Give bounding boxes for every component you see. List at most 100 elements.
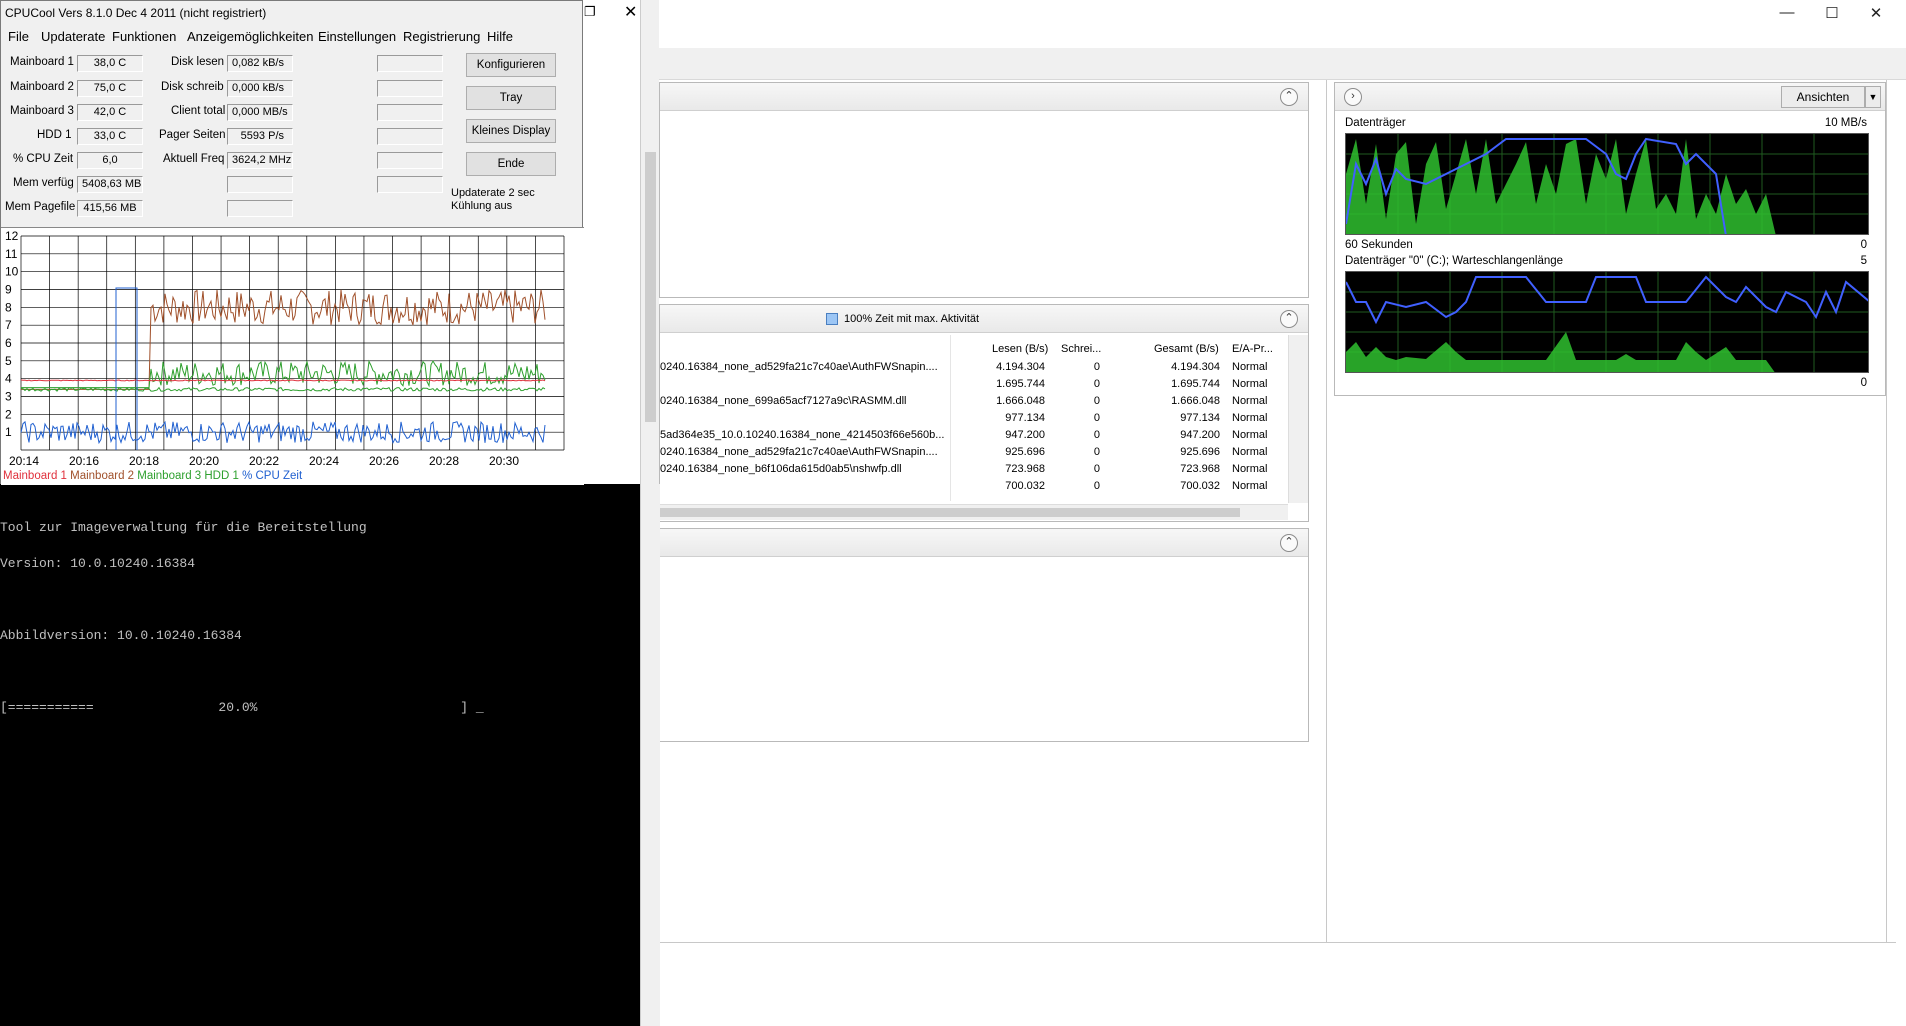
row-total: 925.696 [1180, 446, 1220, 458]
menu-updaterate[interactable]: Updaterate [41, 29, 105, 44]
y-tick-label: 8 [5, 300, 12, 314]
column-read[interactable]: Lesen (B/s) [992, 343, 1048, 355]
row-total: 723.968 [1180, 463, 1220, 475]
disk-table: 0240.16384_none_ad529fa21c7c40ae\AuthFWS… [660, 361, 1290, 507]
y-tick-label: 11 [5, 247, 18, 261]
row-read: 723.968 [1005, 463, 1045, 475]
row-read: 977.134 [1005, 412, 1045, 424]
column-priority[interactable]: E/A-Pr... [1232, 343, 1273, 355]
menu-registrierung[interactable]: Registrierung [403, 29, 480, 44]
value-pager: 5593 P/s [227, 128, 293, 145]
row-write: 0 [1093, 446, 1100, 458]
console-window[interactable]: Tool zur Imageverwaltung für die Bereits… [0, 154, 660, 1026]
x-tick-label: 20:16 [69, 454, 99, 468]
y-tick-label: 3 [5, 390, 12, 404]
legend-item: Mainboard 2 [70, 470, 138, 482]
collapse-icon[interactable]: ⌃ [1280, 310, 1298, 328]
process-panel: ⌃ [659, 82, 1309, 298]
row-read: 4.194.304 [996, 361, 1045, 373]
menu-einstellungen[interactable]: Einstellungen [318, 29, 396, 44]
graph2-title: Datenträger "0" (C:); Warteschlangenläng… [1345, 255, 1564, 267]
console-line: Tool zur Imageverwaltung für die Bereits… [0, 520, 367, 535]
empty-field [377, 80, 443, 97]
graph1-min: 0 [1860, 239, 1867, 251]
status-updaterate: Updaterate 2 sec [451, 187, 535, 199]
row-file: 0240.16384_none_ad529fa21c7c40ae\AuthFWS… [660, 361, 938, 373]
small-display-button[interactable]: Kleines Display [466, 119, 556, 143]
column-write[interactable]: Schrei... [1061, 343, 1101, 355]
row-priority: Normal [1232, 378, 1268, 390]
value-cpu: 6,0 [77, 152, 143, 169]
value-freq: 3624,2 MHz [227, 152, 293, 169]
y-tick-label: 5 [5, 354, 12, 368]
queue-graph [1345, 271, 1869, 373]
value-mem: 5408,63 MB [77, 176, 143, 193]
empty-field [377, 176, 443, 193]
close-icon[interactable]: ✕ [1856, 4, 1896, 22]
console-line: [=========== 20.0% ] _ [0, 700, 484, 715]
y-tick-label: 10 [5, 265, 19, 279]
value-disk-read: 0,082 kB/s [227, 55, 293, 72]
x-tick-label: 20:26 [369, 454, 399, 468]
console-scrollbar-track[interactable] [640, 0, 659, 1026]
row-write: 0 [1093, 463, 1100, 475]
maximize-icon[interactable]: ☐ [1812, 4, 1852, 22]
row-total: 977.134 [1180, 412, 1220, 424]
restore-icon[interactable]: ❐ [584, 4, 596, 20]
row-file: 0240.16384_none_699a65acf7127a9c\RASMM.d… [660, 395, 907, 407]
empty-field [227, 200, 293, 217]
legend-swatch [826, 313, 838, 325]
views-button[interactable]: Ansichten [1781, 86, 1865, 108]
graph-legend: Mainboard 1 Mainboard 2 Mainboard 3 HDD … [3, 470, 302, 482]
menu-funktionen[interactable]: Funktionen [112, 29, 176, 44]
label-pager: Pager Seiten [159, 129, 226, 141]
x-tick-label: 20:20 [189, 454, 219, 468]
graph2-min: 0 [1860, 377, 1867, 389]
menu-file[interactable]: File [8, 29, 29, 44]
row-total: 1.695.744 [1171, 378, 1220, 390]
graph-panel: › Ansichten ▼ Datenträger 10 MB/s 60 Sek… [1334, 82, 1886, 396]
horizontal-scrollbar[interactable] [660, 504, 1288, 520]
tab-strip [659, 48, 1906, 80]
label-pagefile: Mem Pagefile [5, 201, 76, 213]
collapse-icon[interactable]: ⌃ [1280, 534, 1298, 552]
collapse-icon[interactable]: ⌃ [1280, 88, 1298, 106]
minimize-icon[interactable]: — [1767, 4, 1807, 21]
chevron-down-icon[interactable]: ▼ [1865, 86, 1881, 108]
exit-button[interactable]: Ende [466, 152, 556, 176]
row-write: 0 [1093, 480, 1100, 492]
row-priority: Normal [1232, 361, 1268, 373]
column-total[interactable]: Gesamt (B/s) [1154, 343, 1219, 355]
y-tick-label: 6 [5, 336, 12, 350]
row-file: 0240.16384_none_ad529fa21c7c40ae\AuthFWS… [660, 446, 938, 458]
row-priority: Normal [1232, 463, 1268, 475]
expand-icon[interactable]: › [1344, 88, 1362, 106]
status-cooling: Kühlung aus [451, 200, 513, 212]
row-read: 1.695.744 [996, 378, 1045, 390]
tray-button[interactable]: Tray [466, 86, 556, 110]
y-tick-label: 1 [5, 425, 12, 439]
menu-hilfe[interactable]: Hilfe [487, 29, 513, 44]
disk-panel-title: 100% Zeit mit max. Aktivität [844, 313, 980, 325]
value-mainboard3: 42,0 C [77, 104, 143, 121]
mainboard3-line [21, 359, 546, 389]
label-mainboard2: Mainboard 2 [10, 81, 74, 93]
row-total: 700.032 [1180, 480, 1220, 492]
y-tick-label: 4 [5, 372, 12, 386]
temperature-graph: 12 11 10 9 8 7 6 5 4 3 2 1 20:14 20:16 20:18 20:20 20:22… [1, 227, 584, 485]
row-write: 0 [1093, 395, 1100, 407]
row-write: 0 [1093, 429, 1100, 441]
menu-anzeige[interactable]: Anzeigemöglichkeiten [187, 29, 313, 44]
label-disk-read: Disk lesen [171, 56, 225, 68]
label-mainboard3: Mainboard 3 [10, 105, 74, 117]
row-read: 700.032 [1005, 480, 1045, 492]
vertical-scrollbar[interactable] [1288, 335, 1308, 503]
value-pagefile: 415,56 MB [77, 200, 143, 217]
row-total: 4.194.304 [1171, 361, 1220, 373]
configure-button[interactable]: Konfigurieren [466, 53, 556, 77]
row-total: 1.666.048 [1171, 395, 1220, 407]
close-icon[interactable]: ✕ [624, 2, 637, 22]
graph2-max: 5 [1860, 255, 1867, 267]
